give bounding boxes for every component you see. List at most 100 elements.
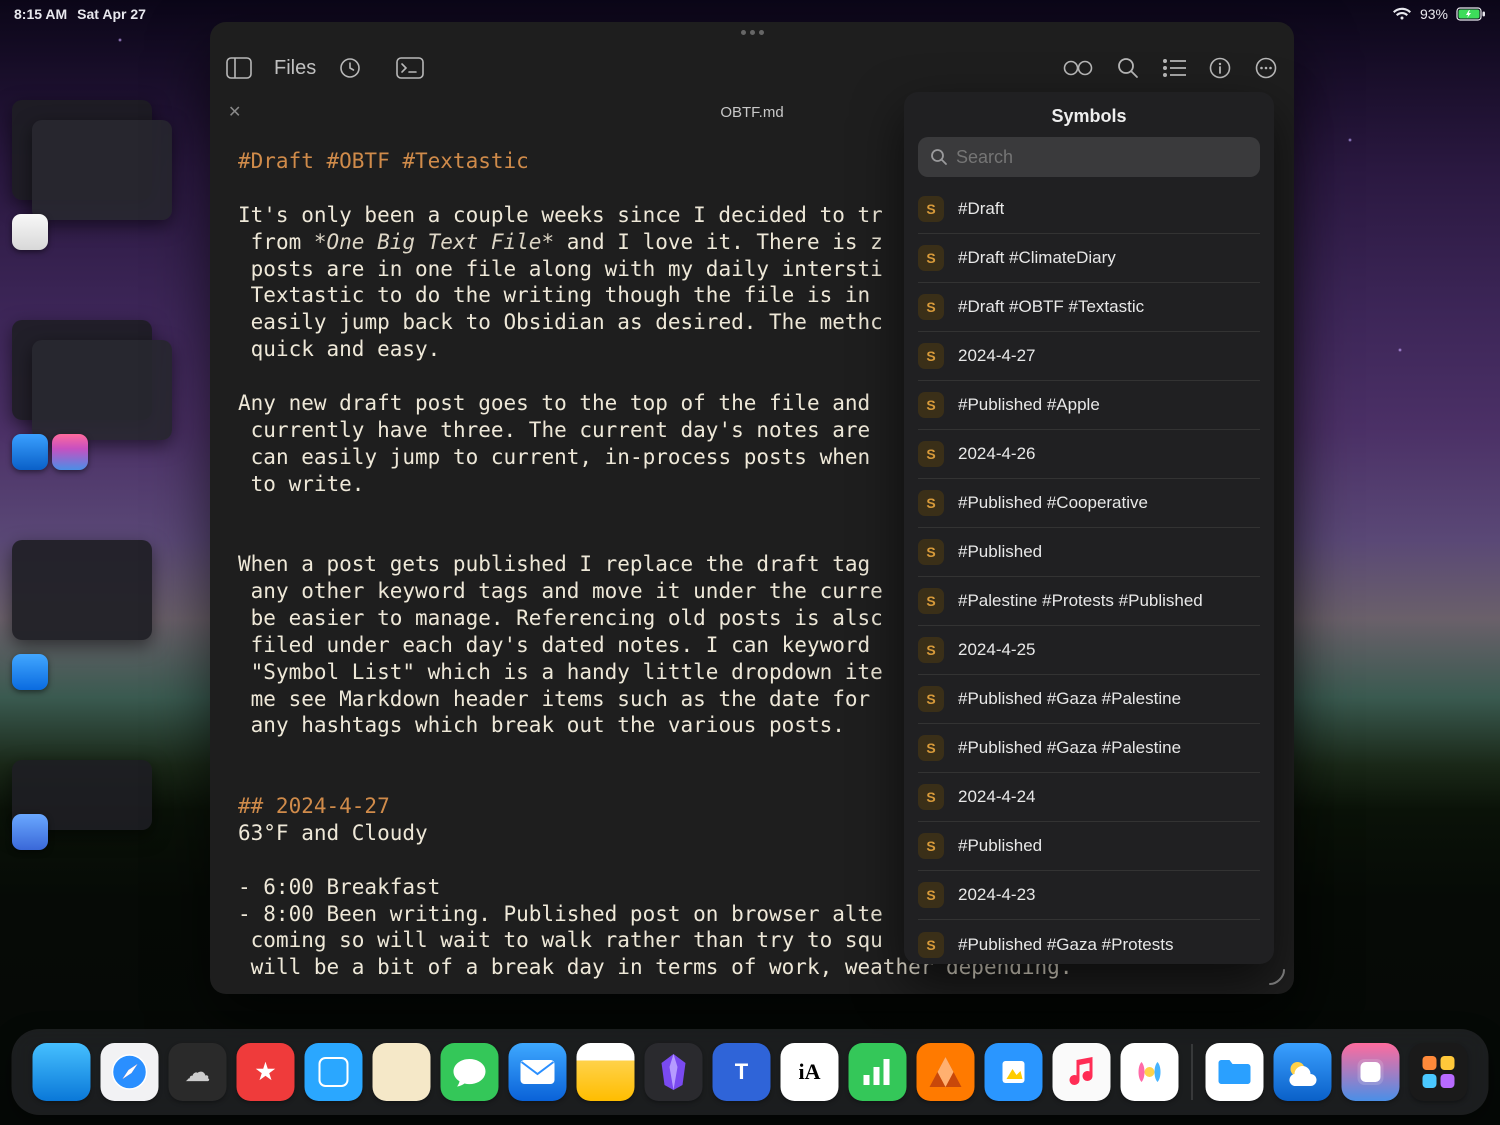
dock-mona[interactable] xyxy=(373,1043,431,1101)
dock-iawriter[interactable]: iA xyxy=(781,1043,839,1101)
stage-group-1[interactable] xyxy=(12,100,192,240)
symbols-search[interactable] xyxy=(918,137,1260,177)
symbol-badge-icon: S xyxy=(918,245,944,271)
dock-dayone[interactable] xyxy=(305,1043,363,1101)
dock-files[interactable] xyxy=(1206,1043,1264,1101)
search-icon xyxy=(930,148,948,166)
symbol-row[interactable]: S #Draft #OBTF #Textastic xyxy=(918,283,1260,332)
symbol-row[interactable]: S #Draft xyxy=(918,185,1260,234)
symbol-label: #Published xyxy=(958,542,1042,562)
dock-mail[interactable] xyxy=(509,1043,567,1101)
symbol-row[interactable]: S#Published #Cooperative xyxy=(918,479,1260,528)
symbols-title: Symbols xyxy=(904,92,1274,137)
symbol-row[interactable]: S2024-4-24 xyxy=(918,773,1260,822)
symbol-badge-icon: S xyxy=(918,588,944,614)
dock-weather[interactable] xyxy=(1274,1043,1332,1101)
textastic-icon xyxy=(12,814,48,850)
preview-button[interactable] xyxy=(1062,58,1094,78)
symbol-row[interactable]: S #Published #Apple xyxy=(918,381,1260,430)
dock-textastic[interactable]: T xyxy=(713,1043,771,1101)
dock-messages[interactable] xyxy=(441,1043,499,1101)
search-button[interactable] xyxy=(1116,56,1140,80)
symbol-row[interactable]: S #Published xyxy=(918,528,1260,577)
resize-handle-icon[interactable] xyxy=(1268,968,1286,986)
window-drag-handle[interactable] xyxy=(210,22,1294,42)
sidebar-toggle-button[interactable] xyxy=(226,57,252,79)
dock-cloud[interactable]: ☁︎ xyxy=(169,1043,227,1101)
recent-button[interactable] xyxy=(338,56,362,80)
stage-manager-strip xyxy=(12,100,192,840)
symbols-button[interactable] xyxy=(1162,58,1186,78)
symbols-list[interactable]: S#DraftS#Draft #ClimateDiaryS#Draft #OBT… xyxy=(904,185,1274,964)
dock-obsidian[interactable] xyxy=(645,1043,703,1101)
symbols-panel: Symbols S#DraftS#Draft #ClimateDiaryS#Dr… xyxy=(904,92,1274,964)
weather-line: 63°F and Cloudy xyxy=(238,821,428,845)
heading-date: ## 2024-4-27 xyxy=(238,794,390,818)
dock-numbers[interactable] xyxy=(849,1043,907,1101)
battery-icon xyxy=(1456,7,1486,21)
symbol-badge-icon: S xyxy=(918,343,944,369)
safari-icon xyxy=(12,214,48,250)
stage-thumbnail xyxy=(32,340,172,440)
dock-shortcuts[interactable] xyxy=(1342,1043,1400,1101)
mail-icon xyxy=(12,654,48,690)
stage-thumbnail xyxy=(32,120,172,220)
dock-affinity[interactable] xyxy=(917,1043,975,1101)
dock-music[interactable] xyxy=(1053,1043,1111,1101)
symbol-label: #Published #Apple xyxy=(958,395,1100,415)
symbol-label: #Published xyxy=(958,836,1042,856)
symbol-badge-icon: S xyxy=(918,735,944,761)
symbol-label: #Draft xyxy=(958,199,1004,219)
symbol-badge-icon: S xyxy=(918,833,944,859)
status-date: Sat Apr 27 xyxy=(77,6,146,22)
stage-group-3[interactable] xyxy=(12,540,192,680)
hashtag-line: #Draft #OBTF #Textastic xyxy=(238,149,529,173)
dock-safari[interactable] xyxy=(101,1043,159,1101)
terminal-button[interactable] xyxy=(396,57,424,79)
symbol-row[interactable]: S#Draft #ClimateDiary xyxy=(918,234,1260,283)
wifi-icon xyxy=(1392,7,1412,21)
close-tab-button[interactable]: ✕ xyxy=(228,102,241,122)
symbol-row[interactable]: S #Published #Gaza #Palestine xyxy=(918,724,1260,773)
dock-copilot[interactable] xyxy=(1121,1043,1179,1101)
symbol-label: #Published #Gaza #Palestine xyxy=(958,738,1181,758)
shortcuts-icon xyxy=(52,434,88,470)
symbol-label: 2024-4-27 xyxy=(958,346,1036,366)
more-button[interactable] xyxy=(1254,56,1278,80)
multitask-dots-icon[interactable] xyxy=(741,30,764,35)
symbol-badge-icon: S xyxy=(918,196,944,222)
dock-notes[interactable] xyxy=(577,1043,635,1101)
symbol-badge-icon: S xyxy=(918,539,944,565)
symbol-badge-icon: S xyxy=(918,882,944,908)
dock-finder[interactable] xyxy=(33,1043,91,1101)
symbol-badge-icon: S xyxy=(918,441,944,467)
symbol-label: #Published #Cooperative xyxy=(958,493,1148,513)
symbol-badge-icon: S xyxy=(918,392,944,418)
symbol-row[interactable]: S#Published #Gaza #Palestine xyxy=(918,675,1260,724)
symbols-search-input[interactable] xyxy=(956,147,1248,168)
italic-text: *One Big Text File* xyxy=(314,230,554,254)
symbol-row[interactable]: S #Published xyxy=(918,822,1260,871)
symbol-badge-icon: S xyxy=(918,637,944,663)
info-button[interactable] xyxy=(1208,56,1232,80)
symbol-badge-icon: S xyxy=(918,294,944,320)
symbol-row[interactable]: S#Published #Gaza #Protests xyxy=(918,920,1260,964)
symbol-label: #Palestine #Protests #Published xyxy=(958,591,1203,611)
dock-freeform[interactable] xyxy=(985,1043,1043,1101)
dock: ☁︎ ★ T iA xyxy=(12,1029,1489,1115)
dock-reeder[interactable]: ★ xyxy=(237,1043,295,1101)
tab-title[interactable]: OBTF.md xyxy=(720,104,783,121)
symbol-label: 2024-4-25 xyxy=(958,640,1036,660)
symbol-row[interactable]: S #Palestine #Protests #Published xyxy=(918,577,1260,626)
toolbar: Files xyxy=(210,42,1294,94)
symbol-row[interactable]: S 2024-4-25 xyxy=(918,626,1260,675)
symbol-row[interactable]: S 2024-4-27 xyxy=(918,332,1260,381)
files-button[interactable]: Files xyxy=(274,57,316,80)
dock-app-library[interactable] xyxy=(1410,1043,1468,1101)
symbol-label: #Draft #OBTF #Textastic xyxy=(958,297,1144,317)
symbol-label: 2024-4-23 xyxy=(958,885,1036,905)
symbol-row[interactable]: S 2024-4-23 xyxy=(918,871,1260,920)
symbol-row[interactable]: S2024-4-26 xyxy=(918,430,1260,479)
stage-group-4[interactable] xyxy=(12,760,192,840)
stage-group-2[interactable] xyxy=(12,320,192,460)
